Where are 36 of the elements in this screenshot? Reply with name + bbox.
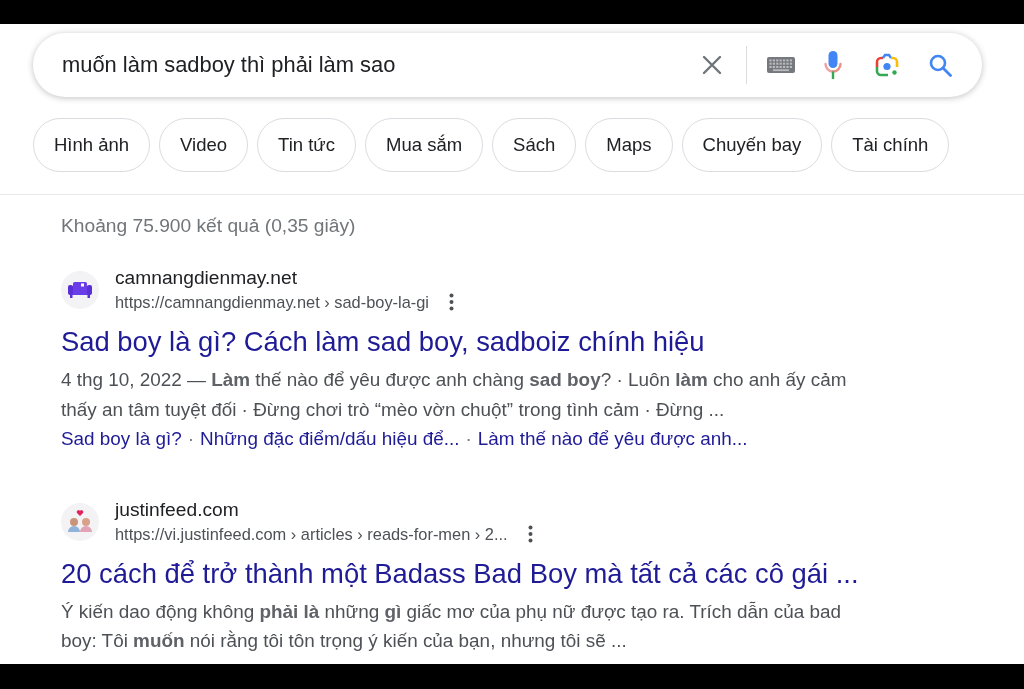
result-url: https://vi.justinfeed.com › articles › reads-for-men › 2... <box>115 523 508 545</box>
more-vert-icon[interactable] <box>527 524 533 543</box>
site-name: justinfeed.com <box>115 497 239 522</box>
voice-search-button[interactable] <box>824 51 842 79</box>
sofa-icon <box>61 271 99 309</box>
keyboard-icon <box>767 57 795 73</box>
filter-chip[interactable]: Hình ảnh <box>33 118 151 172</box>
result-title-link[interactable]: 20 cách để trở thành một Badass Bad Boy mà tất cả các cô gái ... <box>61 556 859 591</box>
clear-button[interactable] <box>702 55 722 75</box>
separator-text: · <box>186 427 196 451</box>
sitelink[interactable]: Sad boy là gì? <box>61 424 182 454</box>
search-button[interactable] <box>929 53 952 77</box>
site-name: camnangdienmay.net <box>115 266 298 290</box>
result-snippet: 4 thg 10, 2022 — Làm thế nào để yêu được anh chàng sad boy? · Luôn làm cho anh ấy cảm thấy an tâm tuyệt đối · Đừng chơi trò “mèo vờn chuột” trong tình cảm · Đừng ... <box>61 368 848 422</box>
image-search-button[interactable] <box>875 53 899 77</box>
result-title-link[interactable]: Sad boy là gì? Cách làm sad boy, sadboiz chính hiệu <box>61 325 705 359</box>
search-icon <box>929 53 952 77</box>
filter-chip[interactable]: Tài chính <box>831 118 950 172</box>
filter-chip[interactable]: Maps <box>585 118 673 172</box>
keyboard-button[interactable] <box>767 57 795 73</box>
search-field[interactable]: muốn làm sadboy thì phải làm sao <box>62 50 702 80</box>
filter-chip[interactable]: Chuyến bay <box>681 118 823 172</box>
filter-chip[interactable]: Mua sắm <box>365 118 484 172</box>
separator-text: · <box>464 427 473 451</box>
more-vert-icon[interactable] <box>449 293 454 311</box>
sitelink[interactable]: Những đặc điểm/dấu hiệu để... <box>200 424 460 454</box>
result-snippet: Ý kiến dao động không phải là những gì giấc mơ của phụ nữ được tạo ra. Trích dẫn của bad boy: Tôi muốn nói rằng tôi tôn trọng ý kiến của bạn, nhưng tôi sẽ ... <box>61 599 842 653</box>
filter-chip[interactable]: Tin tức <box>257 118 356 172</box>
close-icon <box>702 55 722 75</box>
result-url: https://camnangdienmay.net › sad-boy-la-gi <box>115 292 429 313</box>
result-stats: Khoảng 75.900 kết quả (0,35 giây) <box>61 214 356 238</box>
filter-chip[interactable]: Sách <box>492 118 577 172</box>
camera-icon <box>875 53 899 77</box>
filter-chip[interactable]: Video <box>159 118 249 172</box>
mic-icon <box>824 51 842 79</box>
sitelink[interactable]: Làm thế nào để yêu được anh... <box>477 424 748 454</box>
